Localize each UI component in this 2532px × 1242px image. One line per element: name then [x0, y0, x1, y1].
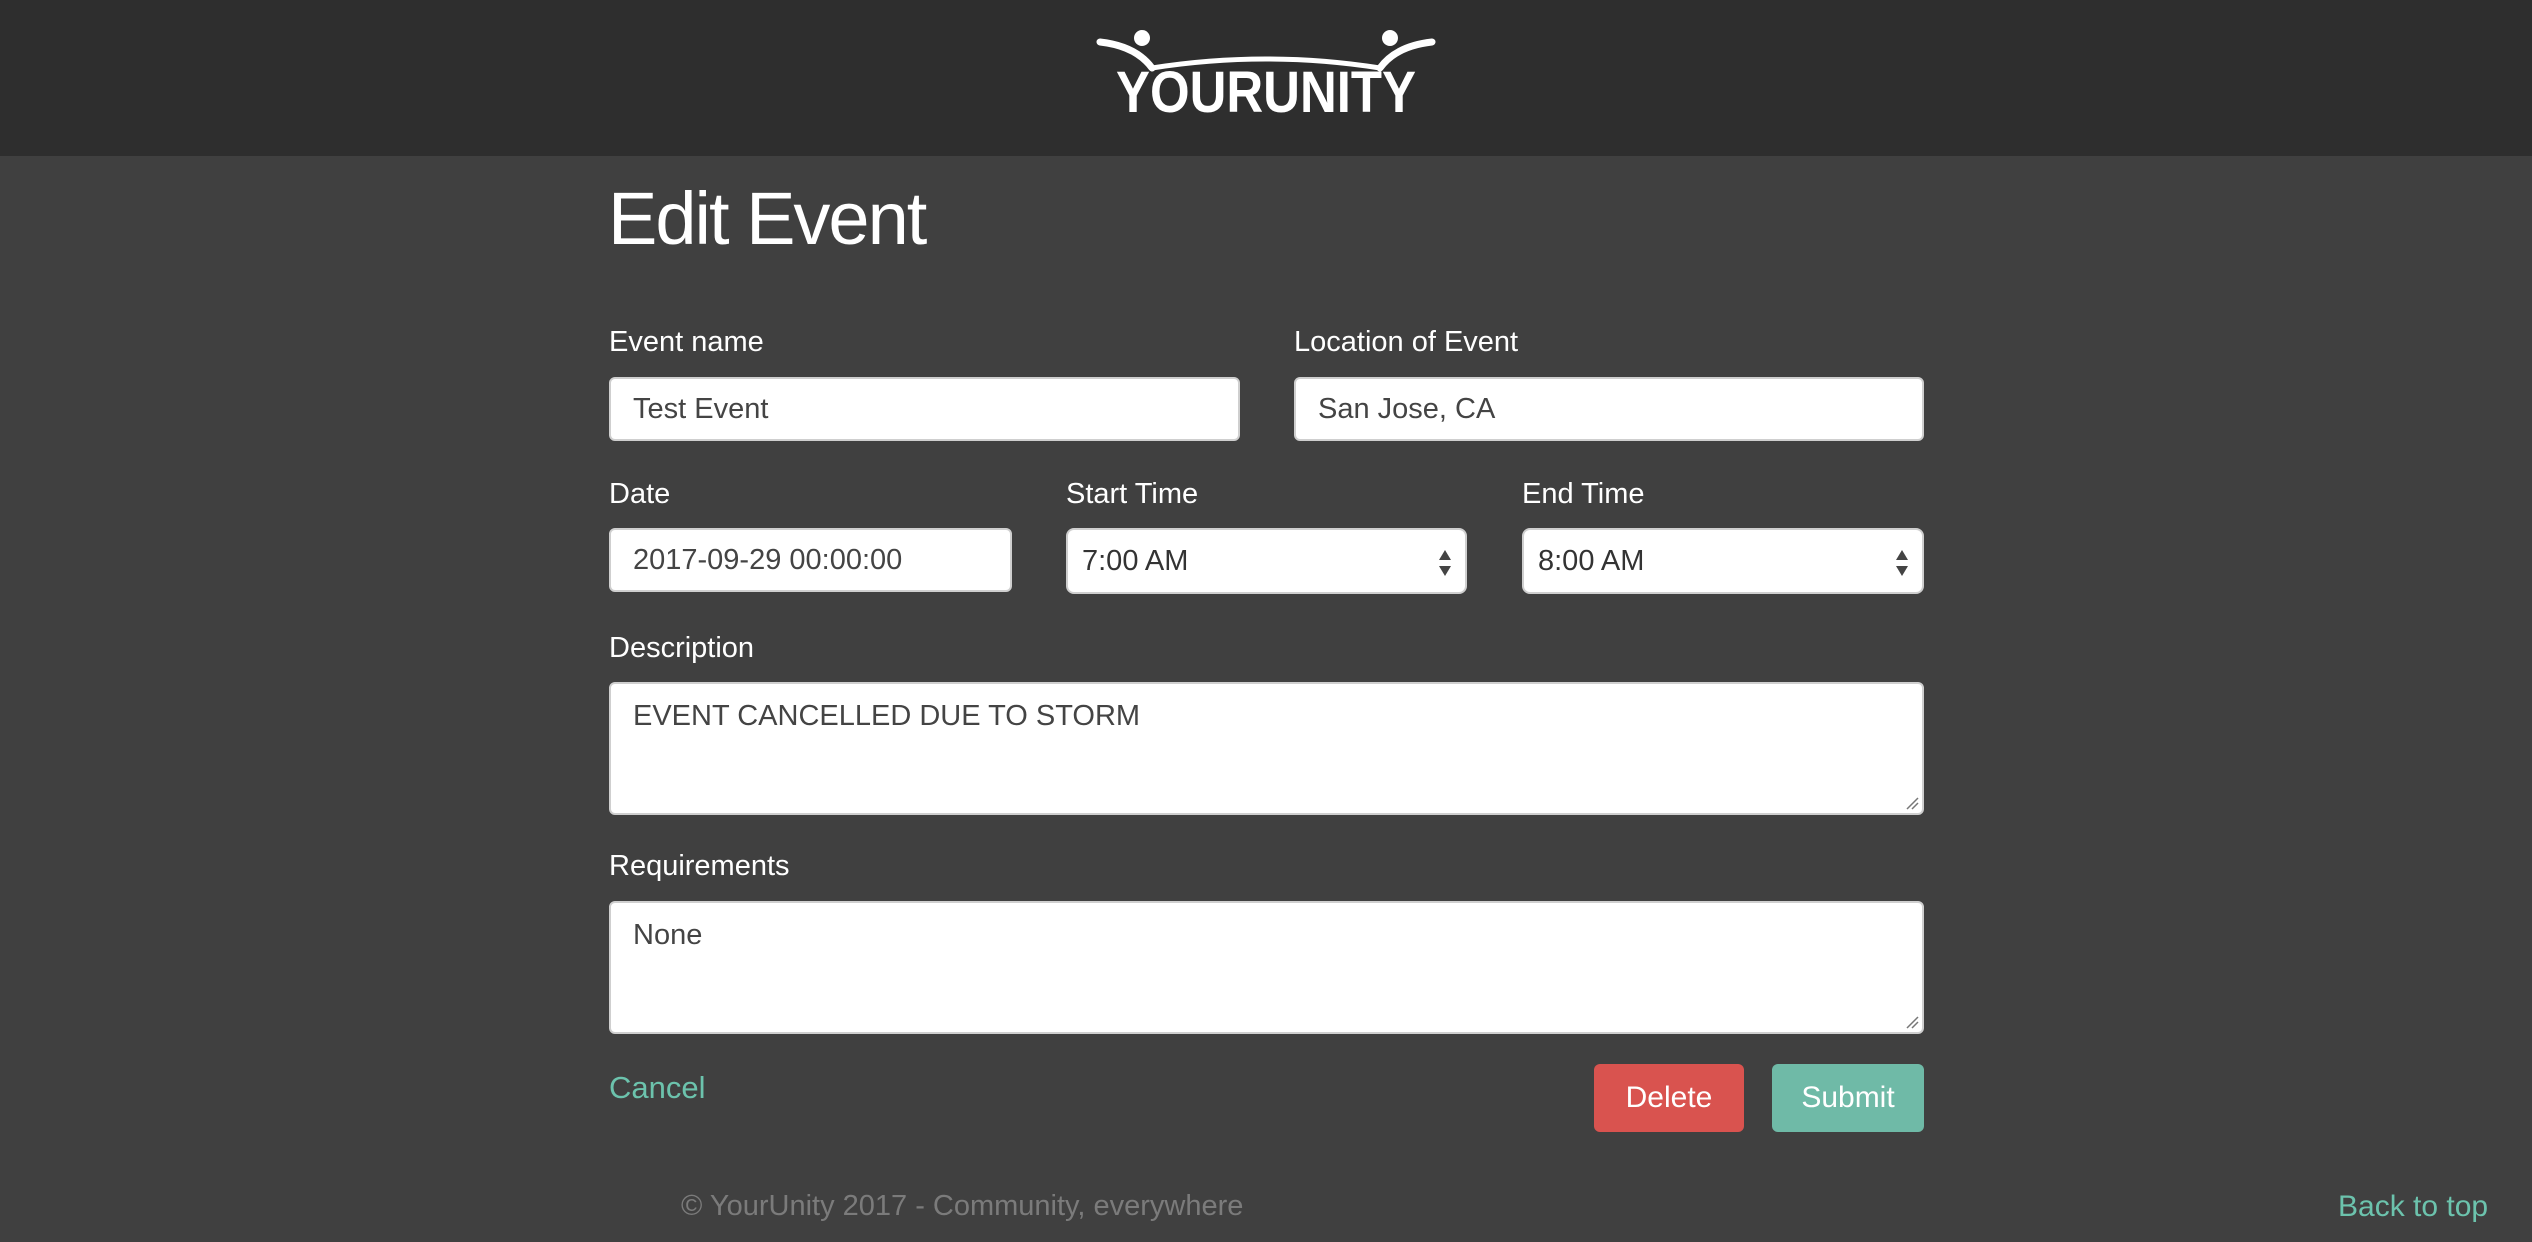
end-time-select[interactable]: 8:00 AM	[1522, 528, 1924, 594]
resize-grip-icon[interactable]	[1905, 1015, 1919, 1029]
requirements-value: None	[633, 919, 703, 951]
top-header-bar: YOURUNITY	[0, 0, 2532, 156]
event-name-input[interactable]	[609, 377, 1240, 441]
location-input[interactable]	[1294, 377, 1924, 441]
resize-grip-icon[interactable]	[1905, 796, 1919, 810]
end-time-label: End Time	[1522, 478, 1645, 510]
page-title: Edit Event	[608, 177, 927, 260]
start-time-value: 7:00 AM	[1082, 544, 1189, 577]
footer-copyright: © YourUnity 2017 - Community, everywhere	[681, 1190, 1244, 1222]
start-time-select[interactable]: 7:00 AM	[1066, 528, 1467, 594]
requirements-textarea[interactable]: None	[609, 901, 1924, 1034]
location-label: Location of Event	[1294, 326, 1519, 358]
updown-arrows-icon	[1896, 550, 1908, 576]
yourunity-logo[interactable]: YOURUNITY	[1096, 28, 1436, 120]
date-input[interactable]	[609, 528, 1012, 592]
delete-button[interactable]: Delete	[1594, 1064, 1744, 1132]
description-textarea[interactable]: EVENT CANCELLED DUE TO STORM	[609, 682, 1924, 815]
requirements-label: Requirements	[609, 850, 790, 882]
updown-arrows-icon	[1439, 550, 1451, 576]
submit-button[interactable]: Submit	[1772, 1064, 1924, 1132]
event-name-label: Event name	[609, 326, 764, 358]
description-value: EVENT CANCELLED DUE TO STORM	[633, 700, 1141, 732]
date-label: Date	[609, 478, 671, 510]
end-time-value: 8:00 AM	[1538, 544, 1645, 577]
back-to-top-link[interactable]: Back to top	[2338, 1190, 2488, 1224]
description-label: Description	[609, 632, 755, 664]
start-time-label: Start Time	[1066, 478, 1199, 510]
cancel-link[interactable]: Cancel	[609, 1070, 706, 1106]
